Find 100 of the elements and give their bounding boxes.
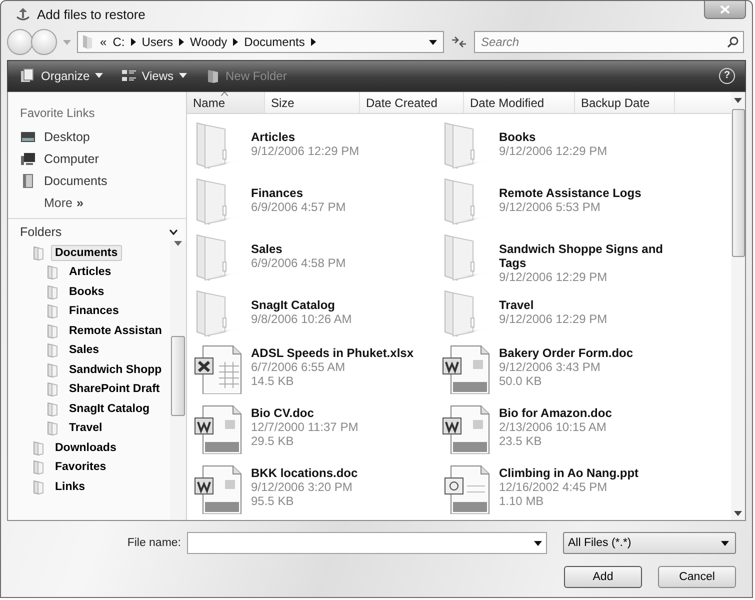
file-date: 9/12/2006 12:29 PM — [499, 312, 608, 326]
tree-item[interactable]: SharePoint Draft — [65, 381, 164, 398]
tree-item[interactable]: Articles — [65, 264, 116, 280]
tree-item[interactable]: Sandwich Shopp — [65, 362, 166, 378]
dialog-button[interactable]: Cancel — [658, 566, 736, 588]
file-date: 9/12/2006 5:53 PM — [499, 200, 602, 214]
tree-item[interactable]: Documents — [51, 244, 122, 261]
tree-item[interactable]: Links — [51, 478, 90, 495]
breadcrumb[interactable]: Woody — [190, 35, 228, 50]
dropdown-arrow-icon — [534, 540, 542, 546]
chevron-icon — [179, 38, 184, 46]
close-button[interactable] — [704, 1, 746, 19]
back-button[interactable] — [7, 29, 33, 56]
file-name[interactable]: Bio CV.doc — [251, 406, 431, 420]
file-name[interactable]: Finances — [251, 186, 431, 200]
forward-button[interactable] — [31, 29, 57, 56]
file-date: 9/8/2006 10:26 AM — [251, 312, 353, 326]
file-date: 9/12/2006 3:43 PM — [499, 360, 602, 374]
file-date: 9/12/2006 12:29 PM — [499, 144, 608, 158]
dropdown-arrow-icon — [721, 540, 729, 546]
toolbar-button[interactable]: Organize — [18, 66, 105, 86]
file-size: 14.5 KB — [251, 374, 295, 388]
scroll-down-icon — [734, 511, 742, 516]
file-name[interactable]: Sandwich Shoppe Signs and Tags — [499, 242, 679, 270]
tree-item[interactable]: Finances — [65, 303, 123, 320]
desktop-icon — [20, 129, 36, 145]
file-date: 6/9/2006 4:58 PM — [251, 256, 347, 270]
chevron-icon — [233, 38, 238, 46]
window-title: Add files to restore — [37, 6, 146, 22]
folder-icon — [82, 34, 94, 50]
file-size: 50.0 KB — [499, 374, 543, 388]
file-date: 9/12/2006 12:29 PM — [499, 270, 608, 284]
toolbar-button[interactable]: Views — [118, 66, 188, 86]
document-file-icon — [193, 404, 243, 454]
search-icon — [727, 36, 739, 48]
section-title: Folders — [20, 225, 62, 239]
file-size: 23.5 KB — [499, 434, 543, 448]
close-icon — [720, 5, 730, 14]
breadcrumb-overflow[interactable]: « — [100, 35, 107, 50]
document-file-icon — [441, 404, 491, 454]
file-date: 12/16/2002 4:45 PM — [499, 480, 608, 494]
dropdown-arrow-icon — [429, 40, 437, 45]
breadcrumb[interactable]: Documents — [244, 35, 305, 50]
column-header[interactable]: Name — [187, 92, 265, 113]
document-file-icon — [193, 464, 243, 514]
pages-icon — [20, 68, 36, 84]
tree-item[interactable]: Sales — [65, 342, 104, 358]
file-type-dropdown[interactable]: All Files (*.*) — [563, 532, 736, 554]
more-link[interactable]: More » — [8, 192, 186, 214]
file-name[interactable]: Articles — [251, 130, 431, 144]
tree-item[interactable]: Travel — [65, 420, 106, 436]
file-size: 29.5 KB — [251, 434, 295, 448]
file-date: 2/13/2006 10:15 AM — [499, 420, 608, 434]
file-name[interactable]: Books — [499, 130, 679, 144]
file-name[interactable]: SnagIt Catalog — [251, 298, 431, 312]
file-date: 12/7/2000 11:37 PM — [251, 420, 360, 434]
address-bar[interactable]: « C: Users Woody Documents — [77, 31, 444, 54]
tree-item[interactable]: Downloads — [51, 440, 120, 456]
search-field[interactable]: Search — [474, 31, 744, 54]
document-file-icon — [441, 344, 491, 394]
breadcrumb[interactable]: Users — [142, 35, 174, 50]
section-title: Favorite Links — [19, 105, 96, 122]
views-icon — [120, 68, 137, 84]
file-name[interactable]: BKK locations.doc — [251, 466, 431, 480]
spreadsheet-file-icon — [193, 344, 243, 394]
computer-icon — [20, 151, 36, 167]
tree-item[interactable]: Remote Assistan — [65, 322, 166, 339]
tree-item[interactable]: Books — [65, 284, 108, 300]
file-name[interactable]: Climbing in Ao Nang.ppt — [499, 466, 679, 480]
dropdown-arrow-icon — [178, 73, 186, 78]
tree-item[interactable]: SnagIt Catalog — [65, 400, 154, 417]
scroll-up-icon — [174, 241, 182, 246]
field-label: File name: — [127, 537, 182, 549]
dropdown-arrow-icon — [94, 73, 103, 78]
scrollbar[interactable] — [170, 241, 186, 520]
favorite-link[interactable]: Desktop — [8, 126, 186, 148]
file-date: 9/12/2006 12:29 PM — [251, 144, 360, 158]
file-date: 6/9/2006 4:57 PM — [251, 200, 347, 214]
collapse-chevron-icon[interactable] — [169, 229, 178, 235]
file-size: 1.10 MB — [499, 494, 545, 508]
file-name[interactable]: Sales — [251, 242, 431, 256]
file-name[interactable]: Travel — [499, 298, 679, 312]
scrollbar[interactable] — [731, 92, 745, 520]
dialog-button[interactable]: Add — [564, 566, 642, 588]
help-icon[interactable]: ? — [719, 68, 735, 84]
file-name[interactable]: Bakery Order Form.doc — [499, 346, 679, 360]
history-arrow-icon — [63, 40, 71, 45]
file-name-field[interactable] — [187, 532, 547, 554]
chevron-icon — [130, 38, 136, 46]
tree-item[interactable]: Favorites — [51, 459, 110, 476]
file-name[interactable]: Remote Assistance Logs — [499, 186, 679, 200]
favorite-link[interactable]: Computer — [8, 148, 186, 170]
file-name[interactable]: Bio for Amazon.doc — [499, 406, 679, 420]
file-name[interactable]: ADSL Speeds in Phuket.xlsx — [251, 346, 431, 360]
file-date: 6/7/2006 6:55 AM — [251, 360, 346, 374]
chevron-icon — [310, 38, 316, 46]
restore-icon — [15, 6, 31, 22]
favorite-link[interactable]: Documents — [8, 170, 186, 192]
breadcrumb[interactable]: C: — [112, 35, 125, 50]
file-date: 9/12/2006 3:20 PM — [251, 480, 354, 494]
